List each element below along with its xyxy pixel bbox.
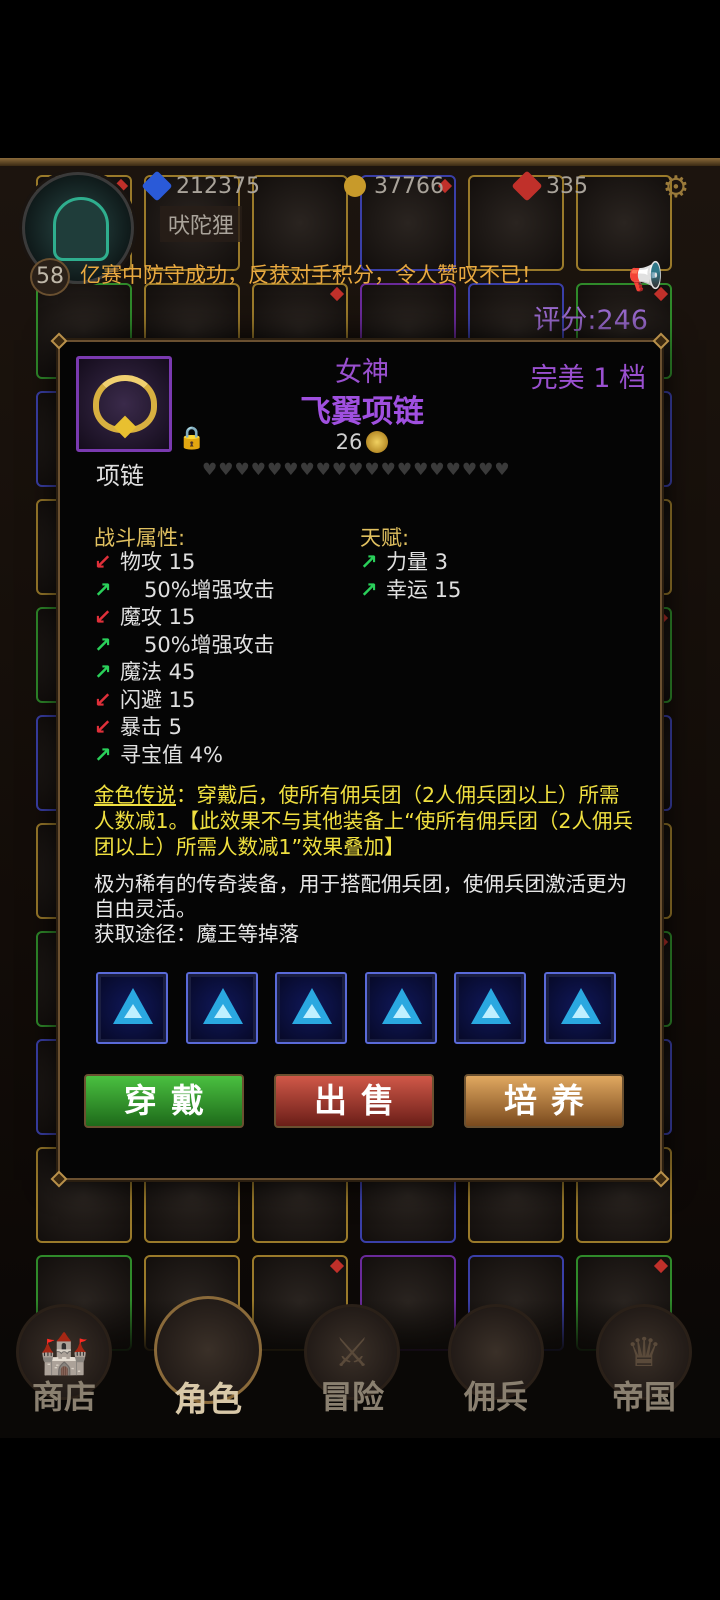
item-level-value: 26 [335,430,363,454]
talent-stat-text: 幸运 15 [386,577,462,602]
gem-socket[interactable] [96,972,168,1044]
nav-mercenary-label: 佣兵 [463,1378,528,1416]
player-level-badge: 58 [30,258,70,296]
resource-blue-gem: 212375 [141,170,260,202]
combat-stat-text: 50%增强攻击 [144,577,275,602]
hood-icon [53,197,109,261]
enhance-hearts: ♥♥♥♥♥♥♥♥♥♥♥♥♥♥♥♥♥♥♥ [202,460,511,480]
combat-stat-text: 闪避 15 [120,687,196,712]
arrow-up-icon: ↗ [94,660,112,684]
gem-socket[interactable] [364,972,437,1044]
gold-coin-icon [339,170,371,202]
arrow-down-icon: ↙ [94,687,112,712]
nav-character[interactable]: 角色 [148,1296,268,1438]
talent-stat-text: 力量 3 [386,550,449,574]
combat-stat-line: ↗ 魔法 45 [94,658,195,686]
combat-stat-line: ↗ 50%增强攻击 [94,631,275,659]
resource-gold: 37766 [339,170,444,202]
item-detail-panel: 🔒 女神 飞翼项链 完美 1 档 26 项链 ♥♥♥♥♥♥♥♥♥♥♥♥♥♥♥♥♥… [50,332,670,1188]
item-type: 项链 [96,462,144,490]
nav-mercenary[interactable]: 佣兵 [436,1300,556,1438]
gem-socket[interactable] [543,972,616,1044]
combat-stat-line: ↙ 闪避 15 [94,686,195,714]
gear-icon[interactable]: ⚙ [660,172,692,204]
gold-count: 37766 [374,174,444,199]
sell-button[interactable]: 出售 [274,1074,434,1128]
talent-stat-line: ↗ 力量 3 [360,548,448,576]
nav-empire[interactable]: ♛ 帝国 [584,1300,704,1438]
description-text: 极为稀有的传奇装备，用于搭配佣兵团，使佣兵团激活更为自由灵活。 [94,872,627,921]
combat-stat-text: 魔法 45 [120,660,196,684]
nav-empire-label: 帝国 [611,1378,676,1416]
arrow-up-icon: ↗ [94,742,112,767]
nav-adventure[interactable]: ⚔ 冒险 [292,1300,412,1438]
arrow-up-icon: ↗ [360,577,378,602]
resource-red-gem: 335 [511,170,588,202]
gem-socket[interactable] [185,972,258,1044]
combat-stat-text: 暴击 5 [120,715,183,739]
score-label: 评分:246 [533,305,648,336]
combat-stat-text: 物攻 15 [120,550,196,574]
gem-socket[interactable] [275,972,347,1044]
gem-socket[interactable] [454,972,526,1044]
combat-stat-line: ↙ 物攻 15 [94,548,195,576]
combat-stat-text: 魔攻 15 [120,605,196,629]
blue-gem-icon [141,170,173,202]
arrow-up-icon: ↗ [94,632,112,657]
nav-adventure-label: 冒险 [319,1378,384,1416]
red-gem-count: 335 [546,174,588,199]
arrow-down-icon: ↙ [94,605,112,629]
talent-stat-line: ↗ 幸运 15 [360,576,461,604]
coin-icon [366,431,389,453]
arrow-down-icon: ↙ [94,550,112,574]
combat-stat-line: ↙ 魔攻 15 [94,603,195,631]
combat-stat-text: 寻宝值 4% [120,742,223,767]
arrow-up-icon: ↗ [94,577,112,602]
blue-gem-count: 212375 [176,174,260,199]
combat-stat-line: ↙ 暴击 5 [94,713,182,741]
item-rank: 完美 1 档 [530,363,646,394]
nav-shop-label: 商店 [31,1378,96,1416]
combat-stat-text: 50%增强攻击 [144,632,275,657]
bottom-nav: 🏰 商店 角色 ⚔ 冒险 佣兵 ♛ 帝国 [0,1296,720,1438]
train-button[interactable]: 培养 [464,1074,624,1128]
news-ticker: 亿赛中防守成功，反获对手积分，令人赞叹不已！ [80,263,542,287]
arrow-up-icon: ↗ [360,550,378,574]
nav-shop[interactable]: 🏰 商店 [4,1300,124,1438]
combat-stat-line: ↗ 50%增强攻击 [94,576,275,604]
arrow-down-icon: ↙ [94,715,112,739]
item-level: 26 [60,430,664,454]
wear-button[interactable]: 穿戴 [84,1074,244,1128]
red-gem-icon [511,170,543,202]
top-frame-border [0,158,720,166]
item-description: 极为稀有的传奇装备，用于搭配佣兵团，使佣兵团激活更为自由灵活。 获取途径：魔王等… [94,872,634,947]
combat-stat-line: ↗ 寻宝值 4% [94,741,223,769]
legend-effect: 金色传说：穿戴后，使所有佣兵团（2人佣兵团以上）所需人数减1。【此效果不与其他装… [94,782,634,860]
player-name: 吠陀狸 [160,206,243,242]
horn-icon[interactable]: 📢 [628,260,663,293]
legend-key[interactable]: 金色传说 [94,783,176,807]
source-text: 获取途径：魔王等掉落 [94,922,299,946]
nav-character-label: 角色 [174,1380,242,1420]
